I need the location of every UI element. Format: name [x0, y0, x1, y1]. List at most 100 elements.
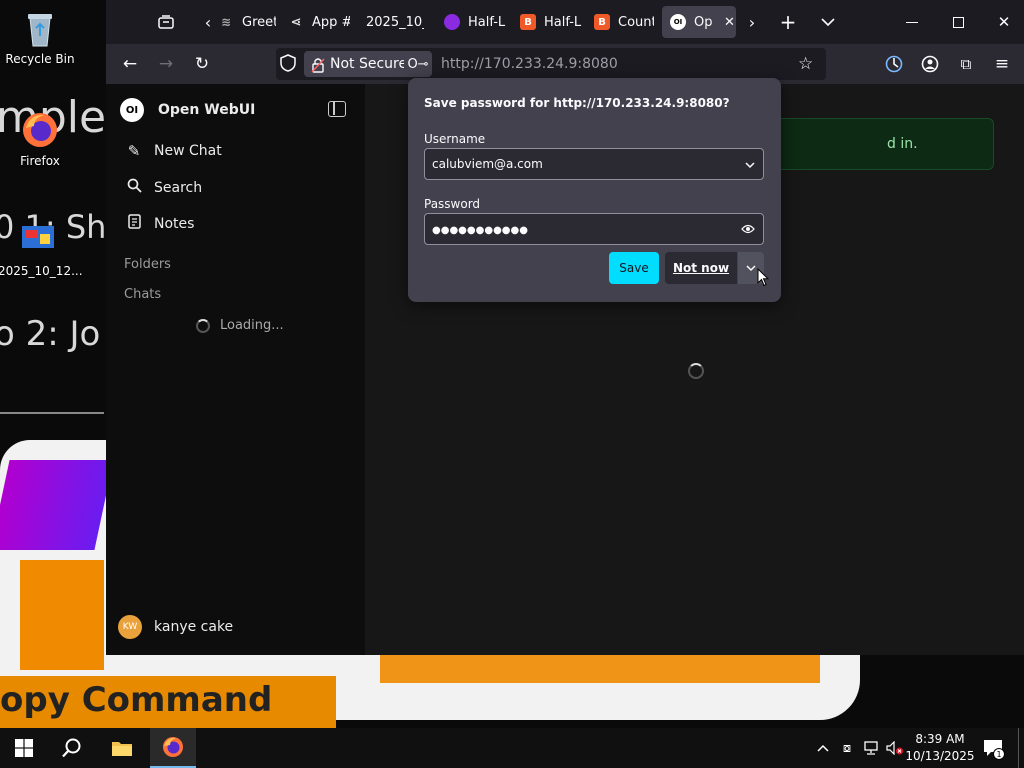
password-field[interactable]: ●●●●●●●●●●● — [424, 213, 764, 245]
hamburger-menu-icon: ≡ — [994, 54, 1010, 74]
new-tab-button[interactable]: + — [774, 8, 802, 36]
loading-text: Loading... — [220, 318, 284, 333]
user-menu[interactable]: KW kanye cake — [118, 615, 233, 639]
not-now-button[interactable]: Not now — [665, 252, 737, 284]
brave-favicon: B — [594, 14, 610, 30]
lock-insecure-icon — [311, 56, 325, 82]
recycle-bin-shortcut[interactable]: Recycle Bin — [0, 8, 80, 66]
network-tray-button[interactable] — [860, 728, 882, 768]
share-icon: ⋖ — [290, 14, 302, 30]
url-text[interactable]: http://170.233.24.9:8080 — [441, 48, 618, 80]
success-toast[interactable]: d in. — [756, 118, 994, 170]
toggle-sidebar-button[interactable] — [328, 101, 346, 117]
sidebar-item-search[interactable]: Search — [124, 178, 202, 197]
chats-loading-indicator: Loading... — [196, 318, 284, 333]
app-header[interactable]: OI Open WebUI — [120, 98, 255, 122]
site-security-button[interactable]: Not Secure — [304, 51, 416, 77]
scroll-tabs-right-button[interactable]: › — [738, 8, 766, 36]
open-webui-logo-icon: OI — [120, 98, 144, 122]
save-password-popup: Save password for http://170.233.24.9:80… — [408, 78, 781, 302]
search-icon — [62, 738, 81, 758]
taskbar-search-button[interactable] — [52, 728, 92, 768]
tab-open-webui[interactable]: OI Op ✕ — [662, 6, 736, 38]
username-value: calubviem@a.com — [432, 157, 543, 171]
tab-label: 2025_10_1 — [366, 14, 424, 30]
close-icon: ✕ — [997, 13, 1011, 31]
reload-button[interactable]: ↻ — [188, 50, 216, 78]
extensions-button[interactable]: ⧉ — [952, 50, 980, 78]
tab-count[interactable]: B Count — [594, 6, 654, 38]
account-icon — [921, 55, 939, 73]
back-button[interactable]: ← — [116, 50, 144, 78]
firefox-taskbar-button[interactable] — [150, 728, 196, 768]
password-key-button[interactable]: O⊸ — [404, 51, 432, 77]
close-tab-icon[interactable]: ✕ — [724, 15, 735, 30]
account-button[interactable] — [916, 50, 944, 78]
tab-half-life-1[interactable]: Half-L — [444, 6, 506, 38]
desktop-icon-label: Recycle Bin — [5, 52, 75, 66]
wallpaper-shape — [380, 655, 820, 683]
show-hidden-icons-button[interactable] — [812, 728, 834, 768]
page-content: OI Open WebUI ✎ New Chat Search Notes Fo… — [106, 78, 1024, 655]
start-button[interactable] — [4, 728, 44, 768]
windows-logo-icon — [15, 739, 33, 757]
wallpaper-divider — [0, 412, 104, 414]
minimize-button[interactable] — [898, 8, 926, 36]
desktop-icon-label: Firefox — [20, 154, 60, 168]
close-window-button[interactable]: ✕ — [990, 8, 1018, 36]
tracking-protection-icon[interactable] — [280, 54, 296, 76]
url-bar[interactable]: Not Secure O⊸ http://170.233.24.9:8080 ☆ — [276, 48, 826, 80]
sync-button[interactable] — [880, 50, 908, 78]
file-explorer-taskbar-button[interactable] — [100, 728, 144, 768]
wallpaper-shape — [20, 560, 104, 670]
chevron-left-icon: ‹ — [204, 12, 212, 32]
firefox-shortcut[interactable]: Firefox — [0, 110, 80, 168]
meet-now-tray-button[interactable]: ⧇ — [836, 728, 858, 768]
chevron-down-icon — [821, 18, 835, 27]
system-clock[interactable]: 8:39 AM 10/13/2025 — [904, 731, 976, 765]
wallpaper-text: opy Command — [0, 680, 273, 720]
tab-greeting[interactable]: ≋ Greeti — [218, 6, 276, 38]
tab-video-file[interactable]: 2025_10_1 — [366, 6, 424, 38]
chevron-down-icon[interactable] — [745, 149, 755, 180]
wifi-icon: ≋ — [220, 15, 232, 29]
sidebar-item-new-chat[interactable]: ✎ New Chat — [124, 142, 222, 160]
network-icon — [864, 741, 878, 755]
toast-text: d in. — [887, 136, 918, 152]
popup-title: Save password for http://170.233.24.9:80… — [424, 96, 730, 110]
open-webui-favicon: OI — [670, 14, 686, 30]
save-button[interactable]: Save — [609, 252, 659, 284]
sidebar-item-label: Search — [154, 179, 203, 196]
tab-app[interactable]: ⋖ App # — [288, 6, 350, 38]
brave-favicon: B — [520, 14, 536, 30]
list-all-tabs-button[interactable] — [814, 8, 842, 36]
clock-date: 10/13/2025 — [905, 749, 975, 763]
show-password-icon[interactable] — [741, 214, 755, 245]
sidebar-item-notes[interactable]: Notes — [124, 214, 194, 233]
tab-half-life-2[interactable]: B Half-L — [520, 6, 582, 38]
chevron-down-icon — [746, 265, 756, 272]
forward-button[interactable]: → — [152, 50, 180, 78]
mouse-cursor-icon — [757, 267, 770, 291]
video-file-shortcut[interactable]: 2025_10_12... — [0, 220, 83, 278]
volume-muted-icon — [886, 741, 903, 755]
pencil-icon: ✎ — [127, 142, 141, 160]
show-desktop-button[interactable] — [1018, 728, 1024, 768]
user-name: kanye cake — [154, 619, 234, 635]
folders-section-label[interactable]: Folders — [124, 257, 171, 272]
maximize-button[interactable] — [944, 8, 972, 36]
firefox-view-icon — [158, 15, 174, 29]
firefox-view-button[interactable] — [152, 8, 180, 36]
volume-tray-button[interactable] — [884, 728, 906, 768]
arrow-right-icon: → — [158, 54, 174, 74]
password-value: ●●●●●●●●●●● — [432, 225, 528, 236]
username-field[interactable]: calubviem@a.com — [424, 148, 764, 180]
sidebar-toggle-icon — [333, 102, 335, 115]
tab-bar: ‹ ≋ Greeti ⋖ App # 2025_10_1 Half-L B Ha… — [106, 0, 1024, 44]
clock-time: 8:39 AM — [915, 732, 965, 746]
notification-center-button[interactable]: 1 — [980, 728, 1006, 768]
desktop-icon-label: 2025_10_12... — [0, 264, 83, 278]
firefox-icon — [20, 110, 60, 150]
app-menu-button[interactable]: ≡ — [988, 50, 1016, 78]
bookmark-star-icon[interactable]: ☆ — [798, 54, 813, 74]
